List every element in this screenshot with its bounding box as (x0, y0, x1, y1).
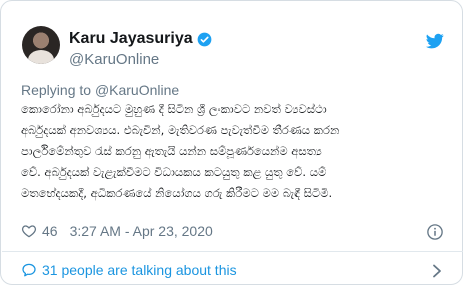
conversation-label[interactable]: 31 people are talking about this (42, 262, 237, 278)
tweet-card[interactable]: Karu Jayasuriya @KaruOnline Replying to … (0, 0, 463, 285)
verified-badge-icon (197, 32, 212, 46)
speech-bubble-icon (22, 263, 36, 277)
author-display-name[interactable]: Karu Jayasuriya (69, 30, 193, 48)
tweet-meta: 46 3:27 AM - Apr 23, 2020 (21, 223, 213, 239)
tweet-line: කොරෝනා අර්බුදයට මුහුණ දී සිටින ශ්‍රී ලංක… (21, 102, 327, 116)
info-icon[interactable] (426, 223, 444, 241)
avatar[interactable] (22, 26, 60, 64)
like-count[interactable]: 46 (42, 223, 58, 239)
tweet-line: පාර්ලිමේන්තුව රැස් කරනු ඇතැයි යන්න සම්පූ… (21, 144, 322, 158)
tweet-line: අර්බුදයක් අනවශ්‍යය. එබැවින්, මැතිවරණ පැව… (21, 123, 340, 137)
author-name-row[interactable]: Karu Jayasuriya (69, 30, 212, 48)
conversation-link[interactable]: 31 people are talking about this (21, 262, 237, 278)
replying-to: Replying to @KaruOnline (21, 82, 179, 98)
reply-mention-link[interactable]: @KaruOnline (95, 82, 179, 98)
divider (2, 251, 463, 252)
tweet-line: මතභේදයකදී, අධිකරණයේ නියෝගය ගරු කිරීමට මම… (21, 186, 333, 200)
replying-to-label: Replying to (21, 82, 95, 98)
chevron-right-icon[interactable] (431, 264, 443, 278)
twitter-bird-icon[interactable] (426, 32, 444, 50)
tweet-text: කොරෝනා අර්බුදයට මුහුණ දී සිටින ශ්‍රී ලංක… (21, 99, 441, 204)
author-handle[interactable]: @KaruOnline (69, 51, 159, 68)
tweet-timestamp[interactable]: 3:27 AM - Apr 23, 2020 (70, 223, 213, 239)
heart-icon[interactable] (21, 223, 37, 239)
tweet-line: වේ. අර්බුදයක් වැළැක්වීමට විධායකය කටයුතු … (21, 165, 327, 179)
